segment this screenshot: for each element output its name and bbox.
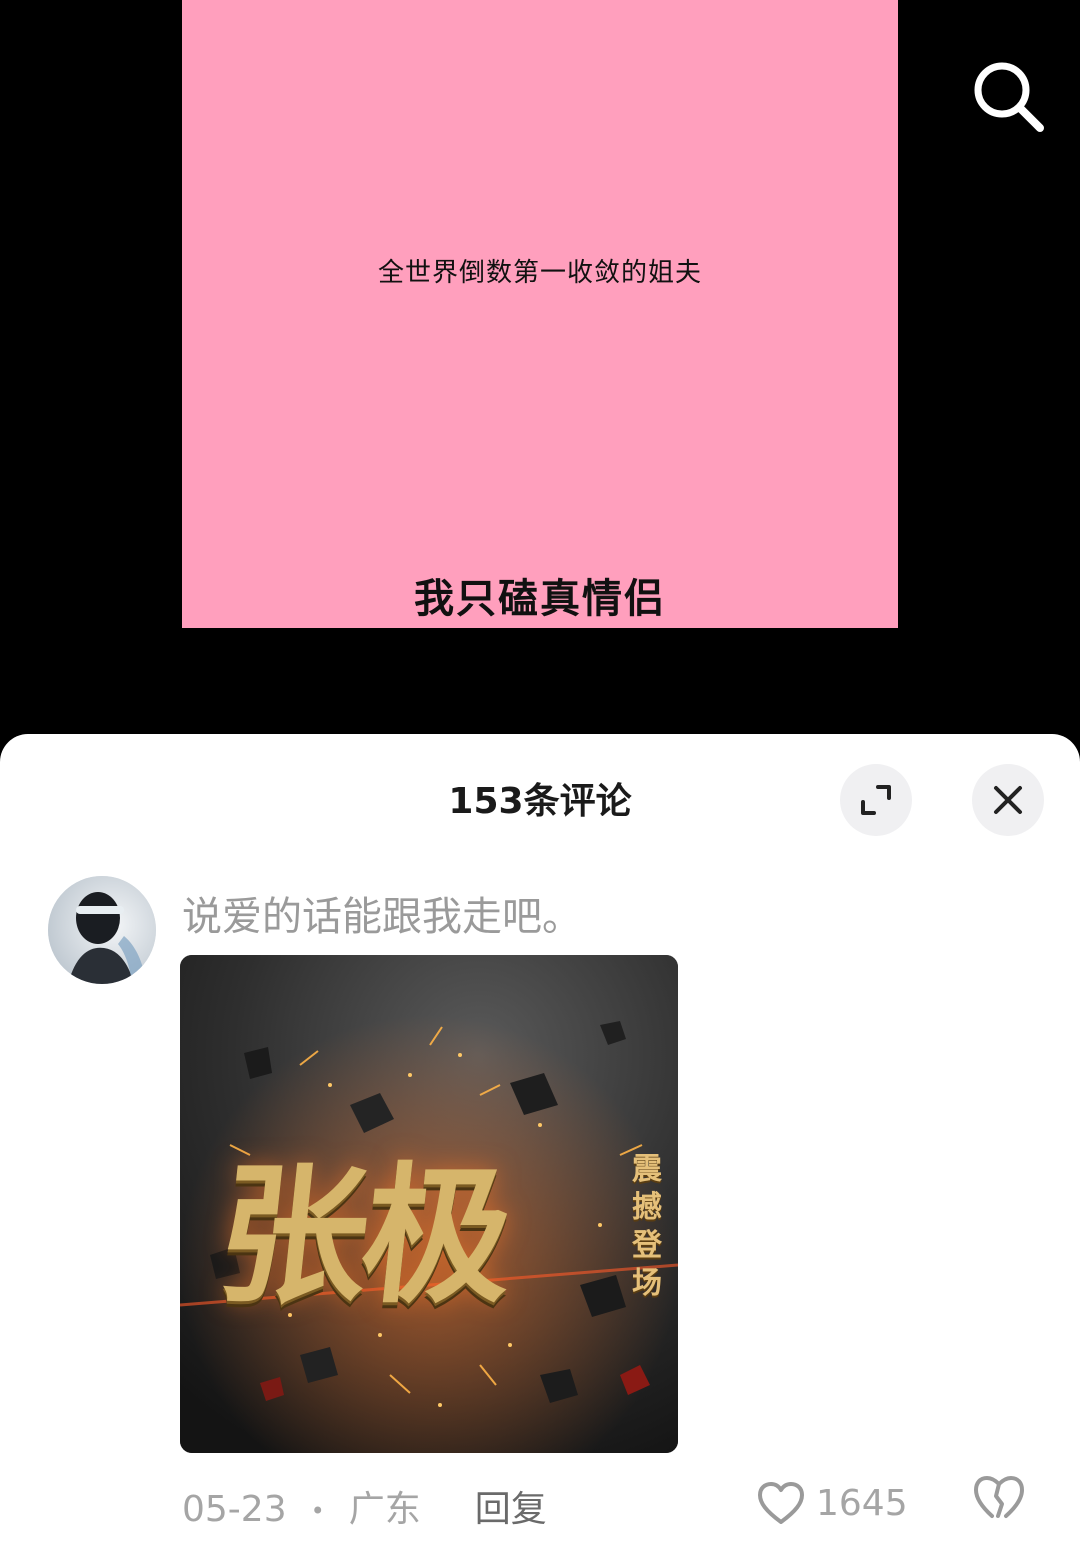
search-icon bbox=[974, 62, 1044, 132]
meta-separator: • bbox=[310, 1497, 325, 1525]
close-button[interactable] bbox=[972, 764, 1044, 836]
screen: 全世界倒数第一收敛的姐夫 我只磕真情侣 153条评论 说爱的话能跟我走吧。 张极… bbox=[0, 0, 1080, 1553]
dislike-button[interactable] bbox=[972, 1475, 1026, 1530]
video-area[interactable]: 全世界倒数第一收敛的姐夫 我只磕真情侣 bbox=[0, 0, 1080, 760]
expand-icon bbox=[861, 785, 891, 815]
like-count: 1645 bbox=[816, 1482, 908, 1524]
reply-button[interactable]: 回复 bbox=[475, 1480, 547, 1532]
post-image-title: 我只磕真情侣 bbox=[414, 575, 666, 622]
comment-meta: 05-23 • 广东 回复 bbox=[182, 1480, 547, 1532]
like-button[interactable]: 1645 bbox=[756, 1480, 908, 1526]
close-icon bbox=[994, 786, 1022, 814]
comment-sheet-header: 153条评论 bbox=[0, 734, 1080, 864]
comment-image-side-text: 震撼登场 bbox=[632, 1152, 662, 1301]
post-image-subtitle: 全世界倒数第一收敛的姐夫 bbox=[377, 258, 702, 288]
comment-image-main-text: 张极 bbox=[209, 1150, 516, 1324]
comment-text: 说爱的话能跟我走吧。 bbox=[182, 894, 582, 940]
search-button[interactable] bbox=[964, 52, 1052, 140]
post-image: 全世界倒数第一收敛的姐夫 我只磕真情侣 bbox=[182, 0, 898, 628]
comment-sheet: 153条评论 说爱的话能跟我走吧。 张极 震撼登场 05-23 • 广东 回复 … bbox=[0, 734, 1080, 1553]
dislike-icon bbox=[973, 1475, 1025, 1518]
avatar[interactable] bbox=[48, 876, 156, 984]
heart-icon bbox=[758, 1482, 804, 1524]
comment-count-title: 153条评论 bbox=[448, 781, 632, 822]
comment-date: 05-23 bbox=[182, 1489, 287, 1530]
comment-location: 广东 bbox=[348, 1489, 421, 1530]
comment-image[interactable]: 张极 震撼登场 bbox=[180, 955, 678, 1453]
expand-button[interactable] bbox=[840, 764, 912, 836]
